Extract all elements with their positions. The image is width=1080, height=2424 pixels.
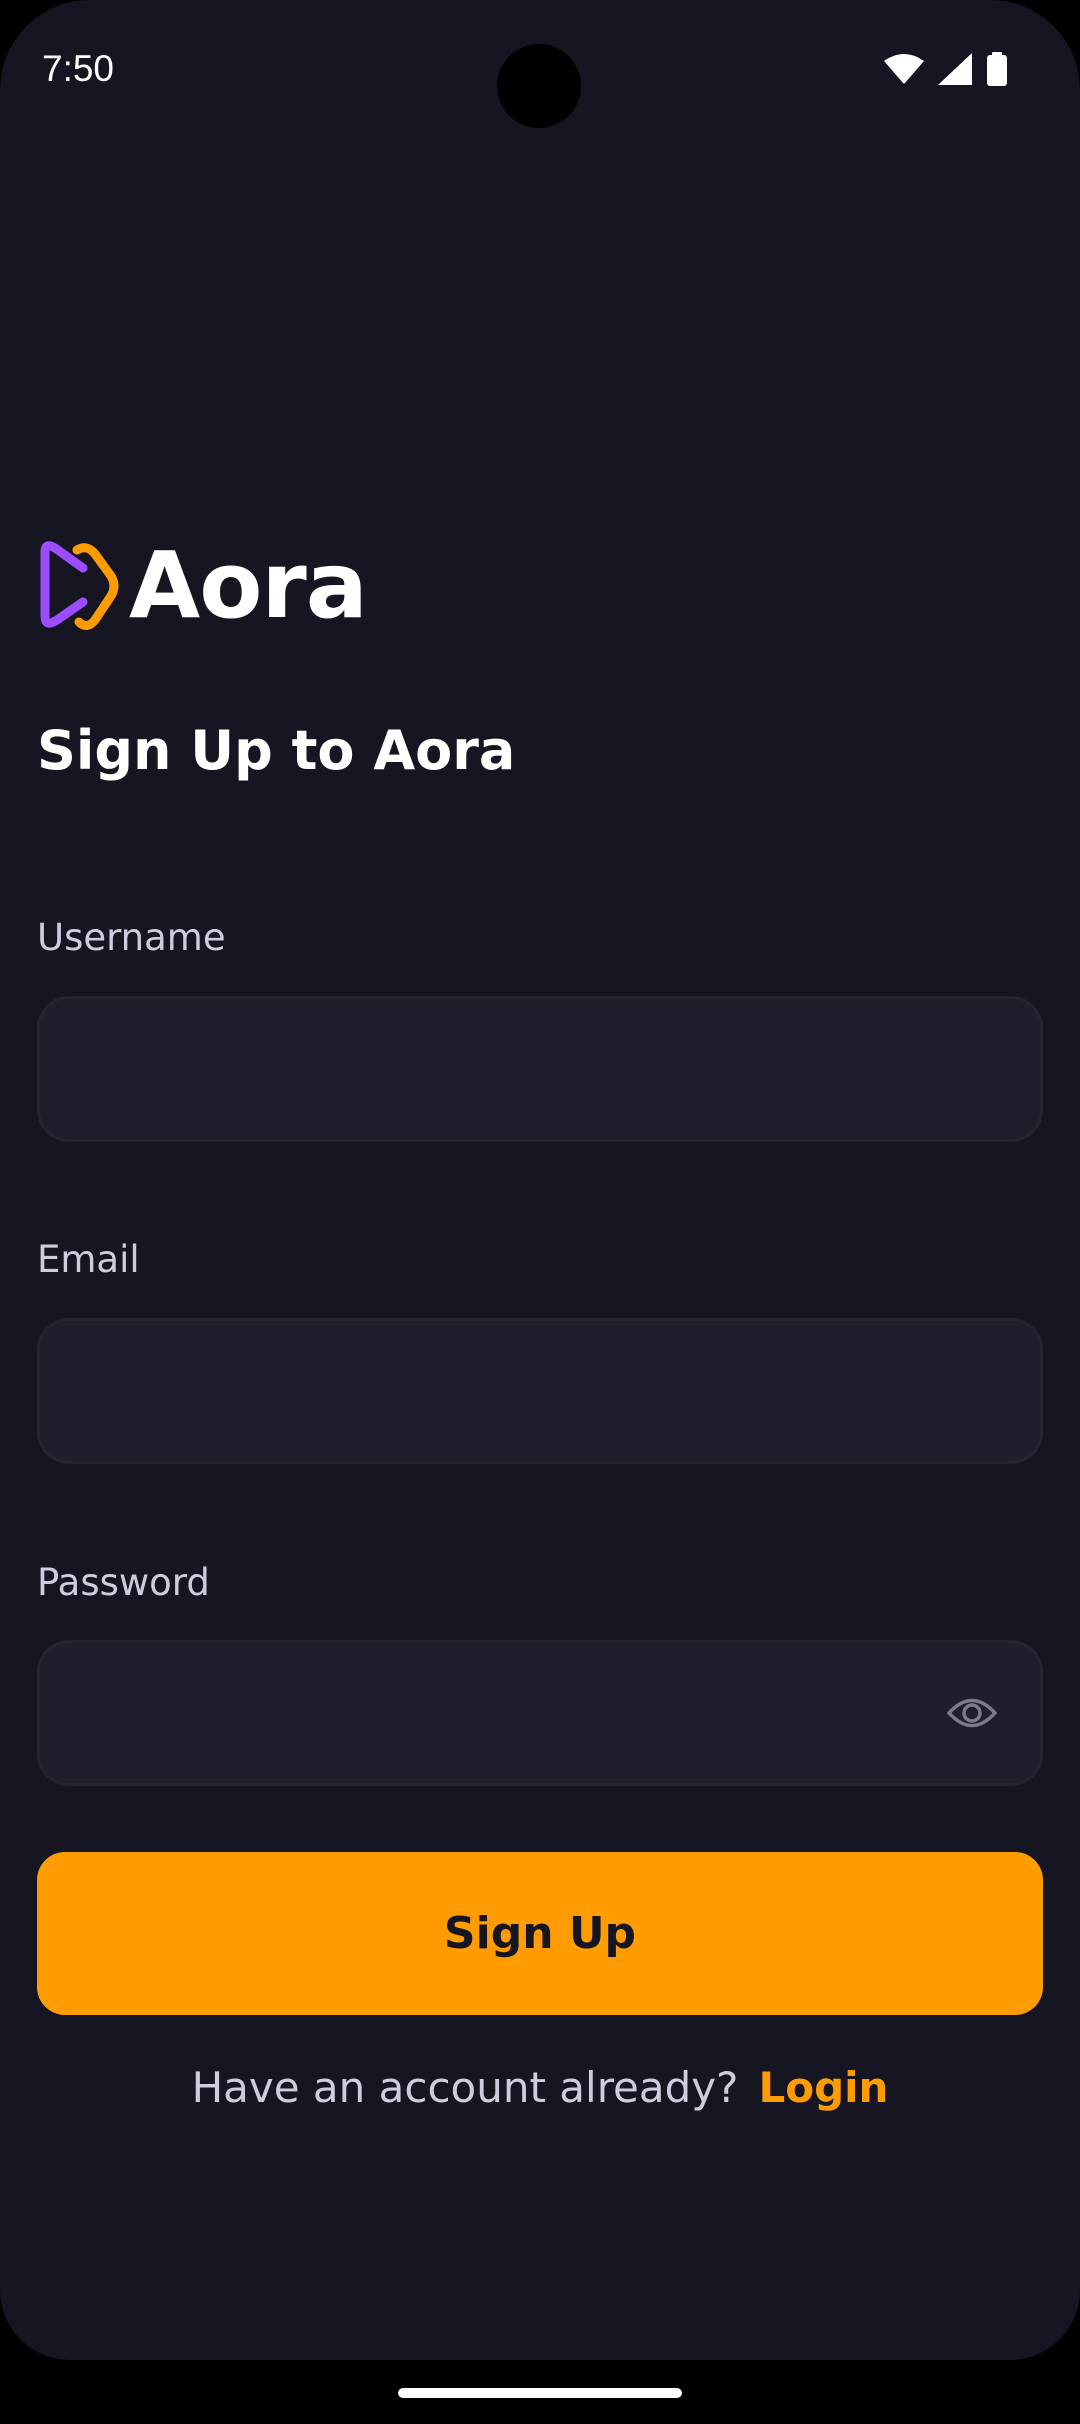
status-time: 7:50 [42,48,115,89]
front-camera [497,44,581,128]
login-link[interactable]: Login [758,2058,888,2118]
password-field-container [37,1640,1043,1786]
signup-button[interactable]: Sign Up [37,1852,1043,2015]
username-label: Username [37,916,226,959]
login-prompt-text: Have an account already? [191,2063,739,2112]
brand-name: Aora [129,532,368,639]
aora-logo-icon [40,541,119,630]
home-indicator[interactable] [398,2388,682,2398]
battery-icon [987,52,1007,86]
email-input[interactable] [40,1321,1040,1461]
signup-screen: 7:50 Aora Sign Up to Aora Username Email… [0,0,1080,2360]
page-title: Sign Up to Aora [37,719,516,782]
show-password-toggle[interactable] [944,1693,1000,1733]
status-icons [884,52,1008,86]
wifi-icon [884,54,924,84]
password-label: Password [37,1561,210,1604]
username-field-container [37,996,1043,1142]
aora-logo: Aora [37,532,368,639]
login-prompt-row: Have an account already? Login [0,2058,1080,2118]
signal-icon [938,53,972,85]
email-field-container [37,1318,1043,1464]
email-label: Email [37,1238,140,1281]
eye-icon [947,1698,997,1728]
username-input[interactable] [40,999,1040,1139]
password-input[interactable] [40,1643,1040,1783]
